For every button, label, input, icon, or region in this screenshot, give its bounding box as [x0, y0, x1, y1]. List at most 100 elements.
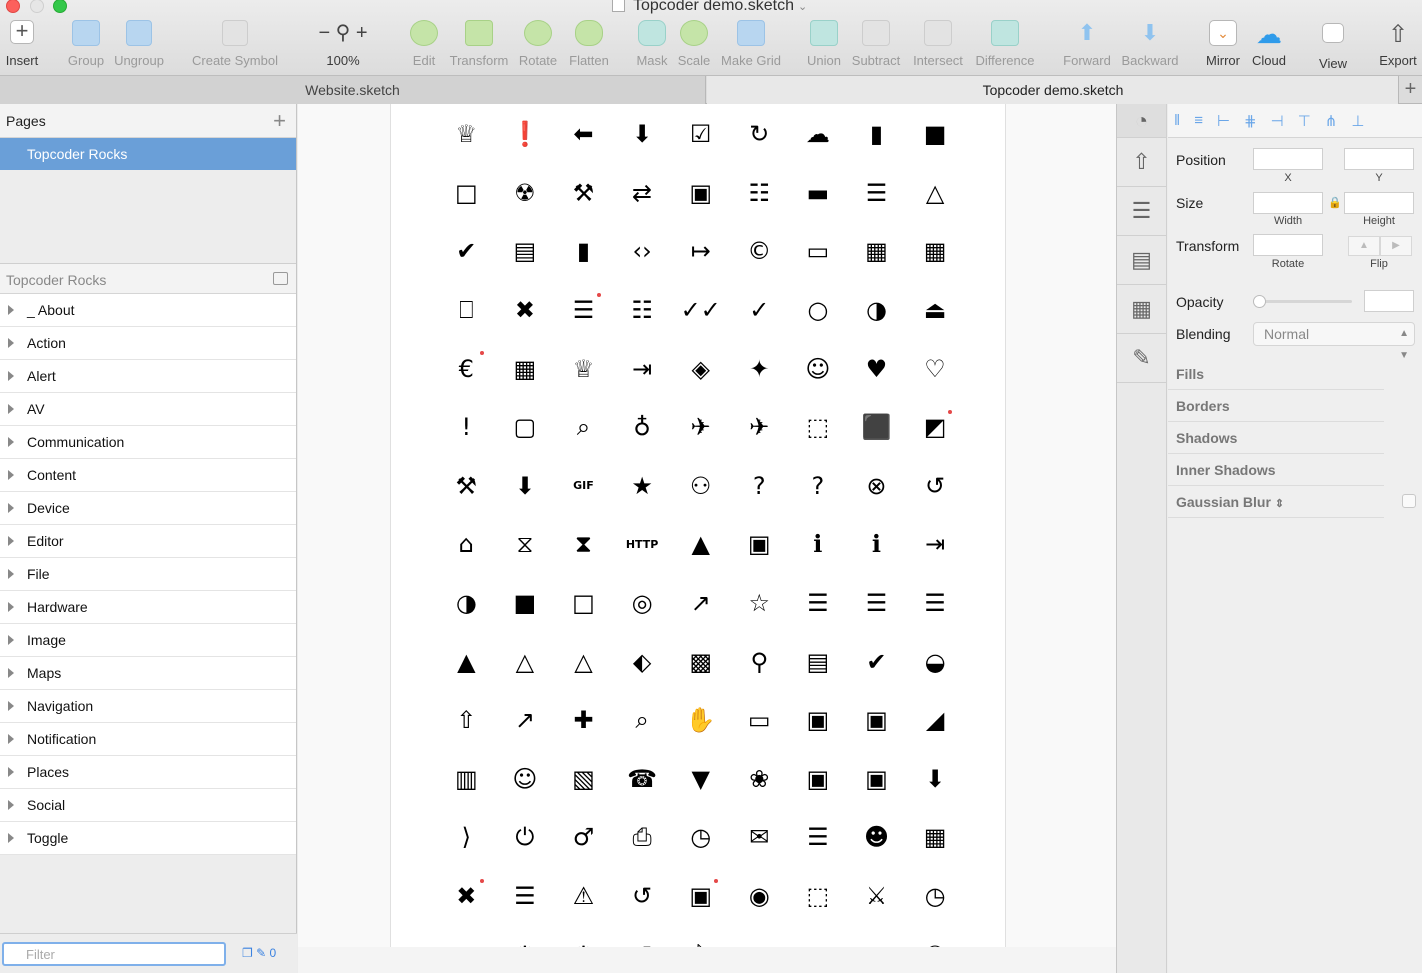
new-tab-button[interactable]: +: [1398, 76, 1422, 104]
collapse-icon[interactable]: [273, 272, 288, 285]
layer-item[interactable]: Maps: [0, 657, 296, 690]
create-symbol-button[interactable]: Create Symbol: [189, 20, 281, 72]
icon-cell[interactable]: ◈: [671, 339, 730, 398]
disclosure-triangle-icon[interactable]: [8, 305, 14, 315]
mirror-button[interactable]: ⌄ Mirror: [1204, 20, 1242, 72]
align-top-icon[interactable]: ⊤: [1298, 112, 1311, 130]
height-field[interactable]: [1344, 192, 1414, 214]
icon-cell[interactable]: ⎕: [437, 281, 496, 340]
icon-cell[interactable]: ⬇: [906, 750, 965, 809]
disclosure-triangle-icon[interactable]: [8, 734, 14, 744]
icon-cell[interactable]: ▦: [847, 222, 906, 281]
icon-cell[interactable]: ★: [613, 457, 672, 516]
align-right-icon[interactable]: ⊣: [1271, 112, 1284, 130]
icon-cell[interactable]: ♕: [554, 339, 613, 398]
icon-cell[interactable]: ↦: [671, 222, 730, 281]
icon-cell[interactable]: ▣: [847, 750, 906, 809]
layer-item[interactable]: _ About: [0, 294, 296, 327]
icon-cell[interactable]: ▢: [496, 398, 555, 457]
icon-cell[interactable]: ◢: [906, 691, 965, 750]
ungroup-button[interactable]: Ungroup: [113, 20, 165, 72]
icon-cell[interactable]: ☰: [789, 574, 848, 633]
forward-button[interactable]: ⬆ Forward: [1061, 20, 1113, 72]
icon-cell[interactable]: ✖: [437, 867, 496, 926]
icon-cell[interactable]: GIF: [554, 457, 613, 516]
disclosure-triangle-icon[interactable]: [8, 569, 14, 579]
disclosure-triangle-icon[interactable]: [8, 404, 14, 414]
icon-cell[interactable]: △: [554, 632, 613, 691]
canvas[interactable]: ♕ ❗ ⬅ ⬇ ☑ ↻ ☁ ▮ ■ □ ☢ ⚒ ⇄ ▣ ☷ ▬ ☰ △ ✔ ▤ ▮ ‹› ↦ © ▭ ▦ ▦ ⎕ ✖ ☰ ☷ ✓✓ ✓ ○ ◑ ⏏ € ▦…: [298, 104, 1116, 973]
icon-cell[interactable]: ?: [789, 457, 848, 516]
icon-cell[interactable]: ⌕: [554, 398, 613, 457]
upload-icon[interactable]: ⇧: [1117, 138, 1166, 187]
icon-cell[interactable]: ☑: [671, 105, 730, 164]
layer-item[interactable]: Alert: [0, 360, 296, 393]
zoom-window-button[interactable]: [53, 0, 67, 13]
tab-topcoder-demo[interactable]: Topcoder demo.sketch: [707, 76, 1399, 104]
disclosure-triangle-icon[interactable]: [8, 800, 14, 810]
icon-cell[interactable]: ⊗: [847, 457, 906, 516]
icon-cell[interactable]: ✚: [554, 691, 613, 750]
cloud-button[interactable]: ☁ Cloud: [1250, 20, 1288, 72]
icon-cell[interactable]: ○: [789, 281, 848, 340]
minimize-window-button[interactable]: [30, 0, 44, 13]
blending-select[interactable]: Normal ▲ ▼: [1253, 322, 1415, 361]
icon-cell[interactable]: ⚔: [847, 867, 906, 926]
icon-cell[interactable]: ⬚: [789, 398, 848, 457]
icon-cell[interactable]: ⌂: [437, 515, 496, 574]
icon-cell[interactable]: ⟩: [437, 808, 496, 867]
icon-cell[interactable]: ■: [496, 574, 555, 633]
disclosure-triangle-icon[interactable]: [8, 338, 14, 348]
icon-cell[interactable]: ▲: [437, 632, 496, 691]
icon-cell[interactable]: ▣: [730, 515, 789, 574]
icon-cell[interactable]: ▦: [496, 339, 555, 398]
stepper-icon[interactable]: ⇕: [1275, 498, 1284, 510]
align-center-icon[interactable]: ⋕: [1244, 112, 1257, 130]
symbol-grid-icon[interactable]: ▦: [1117, 285, 1166, 334]
gaussian-blur-checkbox[interactable]: [1402, 494, 1416, 508]
add-page-button[interactable]: +: [273, 104, 286, 138]
disclosure-triangle-icon[interactable]: [8, 833, 14, 843]
icon-cell[interactable]: ✓✓: [671, 281, 730, 340]
icon-cell[interactable]: ▣: [789, 691, 848, 750]
icon-cell[interactable]: ⎙: [613, 808, 672, 867]
gaussian-blur-section[interactable]: Gaussian Blur ⇕: [1168, 486, 1384, 518]
icon-cell[interactable]: ✦: [730, 339, 789, 398]
icon-cell[interactable]: ■: [906, 105, 965, 164]
icon-cell[interactable]: ✔: [847, 632, 906, 691]
icon-cell[interactable]: ↺: [906, 457, 965, 516]
icon-cell[interactable]: ☷: [730, 164, 789, 223]
icon-cell[interactable]: △: [906, 164, 965, 223]
icon-cell[interactable]: ℹ: [789, 515, 848, 574]
layer-item[interactable]: File: [0, 558, 296, 591]
icon-cell[interactable]: ✓: [730, 281, 789, 340]
filter-input[interactable]: [2, 942, 226, 966]
layer-item[interactable]: Notification: [0, 723, 296, 756]
icon-cell[interactable]: ▬: [789, 164, 848, 223]
icon-cell[interactable]: ⬇: [496, 457, 555, 516]
icon-cell[interactable]: ©: [730, 222, 789, 281]
backward-button[interactable]: ⬇ Backward: [1121, 20, 1179, 72]
icon-cell[interactable]: ☢: [496, 164, 555, 223]
icon-cell[interactable]: ‹›: [613, 222, 672, 281]
edit-artboard-icon[interactable]: ✎: [1117, 334, 1166, 383]
icon-cell[interactable]: ⌕: [613, 691, 672, 750]
disclosure-triangle-icon[interactable]: [8, 767, 14, 777]
icon-cell[interactable]: ▦: [906, 222, 965, 281]
icon-cell[interactable]: ⬚: [789, 867, 848, 926]
flip-vertical-button[interactable]: ▶: [1380, 236, 1412, 256]
icon-cell[interactable]: ▭: [789, 222, 848, 281]
icon-cell[interactable]: ⚲: [730, 632, 789, 691]
icon-cell[interactable]: ⏻: [496, 808, 555, 867]
icon-cell[interactable]: ◑: [437, 574, 496, 633]
view-button[interactable]: View: [1314, 20, 1352, 72]
icon-cell[interactable]: ✔: [437, 222, 496, 281]
distribute-vertical-icon[interactable]: ≡: [1194, 112, 1203, 129]
icon-cell[interactable]: △: [496, 632, 555, 691]
layer-item[interactable]: Editor: [0, 525, 296, 558]
icon-cell[interactable]: ✈: [671, 398, 730, 457]
scale-button[interactable]: Scale: [676, 20, 712, 72]
borders-section[interactable]: Borders: [1168, 390, 1384, 422]
icon-cell[interactable]: ⬇: [613, 105, 672, 164]
icon-cell[interactable]: ◉: [730, 867, 789, 926]
